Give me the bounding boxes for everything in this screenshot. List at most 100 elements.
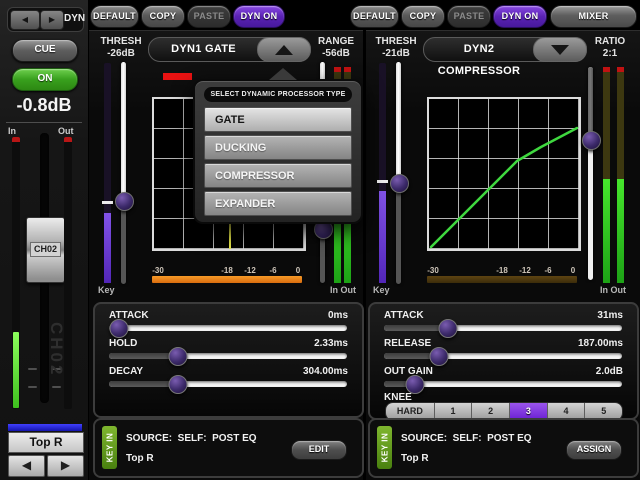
dyn1-key-threshold-tick <box>102 201 113 204</box>
ratio-slider-thumb[interactable] <box>582 131 601 150</box>
slider-fill <box>121 62 126 200</box>
param-value: 2.0dB <box>596 366 623 377</box>
peak-indicator <box>344 67 351 72</box>
peak-indicator <box>334 67 341 72</box>
thresh-value: -26dB <box>95 48 147 60</box>
dyn2-keyin-box: KEY IN SOURCE: SELF: POST EQ Top R ASSIG… <box>368 418 639 478</box>
channel-watermark: CH02 <box>46 322 66 377</box>
dyn1-gain-reduction-meter <box>163 73 192 80</box>
channel-in-meter <box>12 137 20 409</box>
keyin-edit-button[interactable]: EDIT <box>291 440 347 460</box>
range-label: RANGE <box>310 36 362 48</box>
peak-indicator <box>603 67 610 72</box>
thresh-slider-thumb[interactable] <box>390 174 409 193</box>
scale-tick: -12 <box>519 266 531 275</box>
dyn1-on-toggle[interactable]: DYN ON <box>233 5 285 28</box>
channel-on-button[interactable]: ON <box>12 68 78 91</box>
dyn2-copy-button[interactable]: COPY <box>401 5 445 28</box>
popup-item-gate[interactable]: GATE <box>204 107 352 132</box>
scale-tick: 0 <box>571 266 575 275</box>
dyn2-type-value: DYN2 COMPRESSOR <box>424 38 534 61</box>
key-meter-fill <box>379 191 386 283</box>
slider-fill <box>396 62 401 182</box>
dyn2-key-meter <box>379 63 386 283</box>
next-icon: ▶ <box>49 15 55 24</box>
inout-label: In Out <box>600 285 626 295</box>
dyn2-default-button[interactable]: DEFAULT <box>350 5 399 28</box>
dyn1-dropdown-cap[interactable] <box>257 37 311 62</box>
prev-icon: ◀ <box>22 15 28 24</box>
dyn2-on-toggle[interactable]: DYN ON <box>493 5 547 28</box>
meter-fill <box>603 179 610 283</box>
dyn2-level-meter <box>427 276 577 283</box>
keyin-channel: Top R <box>126 453 154 464</box>
dynamics-screen: ◀ ▶ DYN CUE ON -0.8dB In Out CH02 CH02 T… <box>0 0 640 480</box>
meter-fill <box>617 179 624 283</box>
slider-thumb[interactable] <box>439 319 458 338</box>
thresh-label: THRESH <box>95 36 147 48</box>
release-slider[interactable] <box>384 353 622 359</box>
mixer-button[interactable]: MIXER <box>550 5 637 28</box>
attack-slider[interactable] <box>384 325 622 331</box>
popup-item-ducking[interactable]: DUCKING <box>204 135 352 160</box>
nav-label: DYN <box>64 13 82 24</box>
param-value: 0ms <box>328 310 348 321</box>
param-value: 31ms <box>597 310 623 321</box>
slider-thumb[interactable] <box>169 347 188 366</box>
scale-tick: -6 <box>269 266 276 275</box>
keyin-assign-button[interactable]: ASSIGN <box>566 440 622 460</box>
popup-title: SELECT DYNAMIC PROCESSOR TYPE <box>204 87 352 102</box>
left-arrow-icon: ◀ <box>22 458 31 472</box>
dyn2-key-threshold-tick <box>377 180 388 183</box>
key-meter-fill <box>104 213 111 283</box>
channel-strip-sidebar: ◀ ▶ DYN CUE ON -0.8dB In Out CH02 CH02 T… <box>0 0 88 480</box>
hold-slider[interactable] <box>109 353 347 359</box>
slider-thumb[interactable] <box>429 347 448 366</box>
prev-page-button[interactable]: ◀ <box>10 10 40 30</box>
dyn1-range-label: RANGE -56dB <box>310 36 362 60</box>
dyn1-default-button[interactable]: DEFAULT <box>90 5 139 28</box>
cue-button[interactable]: CUE <box>12 39 78 62</box>
dyn1-copy-button[interactable]: COPY <box>141 5 185 28</box>
out-gain-slider[interactable] <box>384 381 622 387</box>
param-value: 304.00ms <box>303 366 348 377</box>
dyn2-thresh-label: THRESH -21dB <box>370 36 422 60</box>
inout-label: In Out <box>330 285 356 295</box>
attack-slider[interactable] <box>109 325 347 331</box>
popup-item-expander[interactable]: EXPANDER <box>204 191 352 216</box>
next-page-button[interactable]: ▶ <box>40 10 64 30</box>
dyn1-paste-button: PASTE <box>187 5 231 28</box>
slider-thumb[interactable] <box>169 375 188 394</box>
dyn1-level-meter <box>152 276 302 283</box>
dyn2-dropdown-cap[interactable] <box>533 37 587 62</box>
thresh-slider-thumb[interactable] <box>115 192 134 211</box>
popup-item-compressor[interactable]: COMPRESSOR <box>204 163 352 188</box>
prev-channel-button[interactable]: ◀ <box>8 455 45 477</box>
channel-fader[interactable]: CH02 <box>26 217 65 283</box>
divider <box>6 122 82 123</box>
next-channel-button[interactable]: ▶ <box>47 455 84 477</box>
dyn1-thresh-label: THRESH -26dB <box>95 36 147 60</box>
compressor-curve <box>429 99 579 249</box>
keyin-tab: KEY IN <box>377 426 392 469</box>
dyn2-ratio-slider[interactable] <box>588 67 593 280</box>
range-value: -56dB <box>310 48 362 60</box>
slider-thumb[interactable] <box>109 319 128 338</box>
dyn1-type-dropdown[interactable]: DYN1 GATE <box>148 37 311 62</box>
scale-tick: -6 <box>544 266 551 275</box>
dyn2-thresh-slider[interactable] <box>396 62 401 284</box>
param-value: 2.33ms <box>314 338 348 349</box>
peak-indicator <box>12 137 20 142</box>
dyn1-type-value: DYN1 GATE <box>149 38 258 61</box>
dyn2-ratio-label: RATIO 2:1 <box>586 36 634 60</box>
keyin-source: SOURCE: SELF: POST EQ <box>401 433 532 444</box>
key-label: Key <box>373 285 390 295</box>
dyn1-keyin-box: KEY IN SOURCE: SELF: POST EQ Top R EDIT <box>93 418 364 478</box>
decay-slider[interactable] <box>109 381 347 387</box>
thresh-label: THRESH <box>370 36 422 48</box>
keyin-tab: KEY IN <box>102 426 117 469</box>
dyn1-thresh-slider[interactable] <box>121 62 126 284</box>
dyn2-type-dropdown[interactable]: DYN2 COMPRESSOR <box>423 37 587 62</box>
dyn2-out-meter <box>617 67 624 283</box>
key-label: Key <box>98 285 115 295</box>
